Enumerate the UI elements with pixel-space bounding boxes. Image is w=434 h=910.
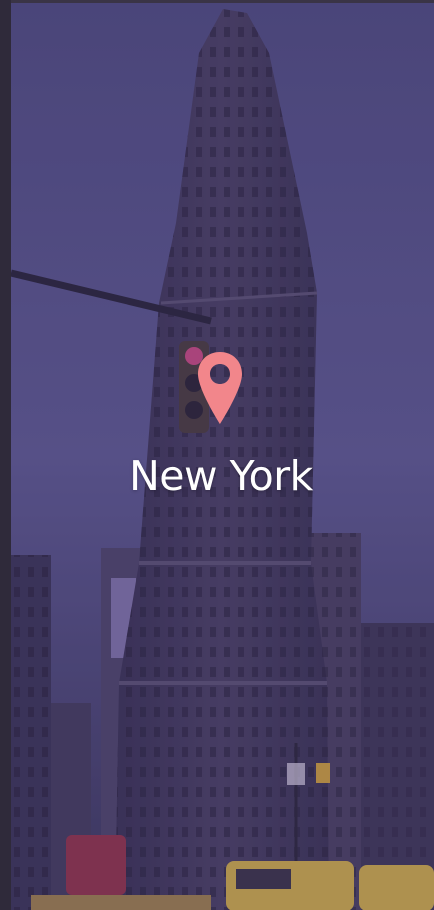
location-pin-icon	[198, 352, 242, 424]
city-name-label: New York	[129, 452, 313, 500]
screen: New York	[0, 0, 434, 910]
